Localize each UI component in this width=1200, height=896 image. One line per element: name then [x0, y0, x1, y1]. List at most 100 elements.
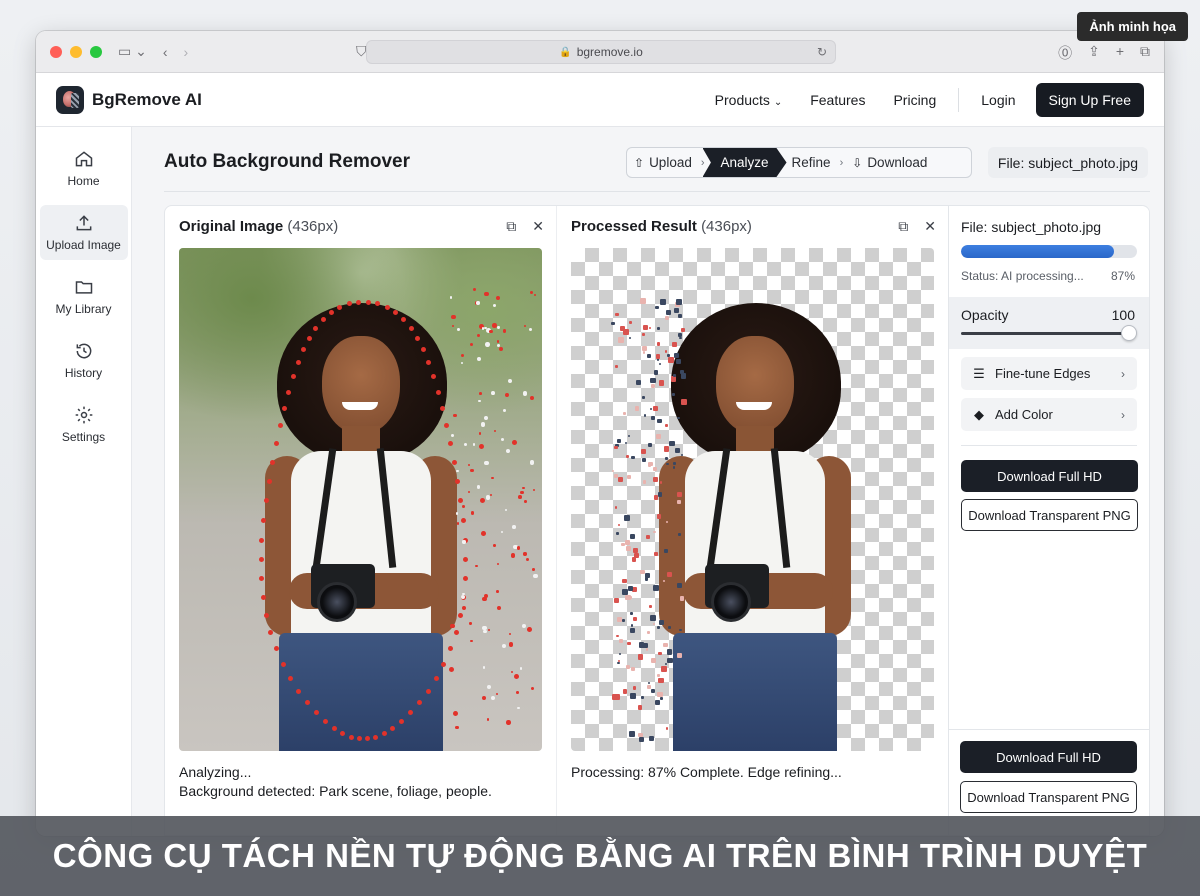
- file-chip: File: subject_photo.jpg: [987, 147, 1148, 178]
- copy-icon[interactable]: ⧉: [506, 218, 516, 235]
- add-color-button[interactable]: ◆ Add Color ›: [961, 398, 1137, 431]
- fine-tune-label: Fine-tune Edges: [995, 366, 1091, 381]
- copy-icon[interactable]: ⧉: [898, 218, 908, 235]
- nav-pricing[interactable]: Pricing: [893, 92, 936, 108]
- original-panel: Original Image (436px) ⧉ ✕ Analyzing... …: [165, 206, 557, 835]
- divider: [961, 445, 1137, 446]
- page-title: Auto Background Remover: [164, 151, 410, 172]
- traffic-lights: [50, 45, 102, 58]
- sidebar-item-home[interactable]: Home: [40, 141, 128, 196]
- close-window-button[interactable]: [50, 45, 62, 58]
- sidebar-item-label: My Library: [55, 302, 112, 316]
- tabs-overview-icon[interactable]: ⧉: [1140, 43, 1150, 63]
- sidebar-item-label: History: [64, 366, 103, 380]
- logo-icon: [56, 85, 84, 114]
- upload-icon: ⇧: [634, 155, 645, 170]
- sidebar: Home Upload Image My Library History Set…: [36, 127, 132, 836]
- folder-icon: [75, 281, 92, 294]
- sidebar-item-history[interactable]: History: [40, 333, 128, 388]
- subject-person: [179, 248, 542, 751]
- brand-name: BgRemove AI: [92, 89, 202, 109]
- sidebar-item-label: Settings: [61, 430, 106, 444]
- nav-divider: [958, 87, 960, 112]
- illustration-badge: Ảnh minh họa: [1077, 12, 1188, 41]
- reload-icon[interactable]: ↻: [817, 45, 827, 59]
- workspace: Original Image (436px) ⧉ ✕ Analyzing... …: [164, 205, 1150, 836]
- main-content: Auto Background Remover ⇧ Upload › Analyz…: [132, 127, 1164, 836]
- sidebar-item-label: Home: [67, 174, 100, 188]
- browser-actions: ⓪ ⇪ + ⧉: [1058, 43, 1150, 63]
- step-upload[interactable]: ⇧ Upload: [627, 148, 699, 177]
- chevron-down-icon: ⌄: [773, 96, 783, 108]
- status-text: Status: AI processing...: [961, 269, 1084, 283]
- nav-products[interactable]: Products ⌄: [715, 92, 783, 108]
- progress-percent: 87%: [1110, 269, 1135, 283]
- original-title: Original Image (436px): [179, 218, 339, 235]
- step-download[interactable]: ⇩ Download: [845, 148, 934, 177]
- minimize-window-button[interactable]: [70, 45, 82, 58]
- sidebar-item-settings[interactable]: Settings: [40, 397, 128, 452]
- processed-panel: Processed Result (436px) ⧉ ✕ Processing:…: [557, 206, 949, 835]
- brand-logo[interactable]: BgRemove AI: [56, 85, 202, 114]
- url-text: bgremove.io: [576, 45, 643, 59]
- analyzing-text: Analyzing...: [179, 764, 252, 780]
- caption-banner: CÔNG CỤ TÁCH NỀN TỰ ĐỘNG BẰNG AI TRÊN BÌ…: [0, 816, 1200, 896]
- paint-bucket-icon: ◆: [974, 406, 984, 422]
- privacy-icon[interactable]: ⓪: [1058, 43, 1072, 63]
- chevron-right-icon: ›: [1121, 407, 1125, 422]
- chevron-right-icon: ›: [700, 156, 705, 169]
- login-link[interactable]: Login: [981, 92, 1015, 108]
- chevron-right-icon: ›: [839, 156, 844, 169]
- banner-text: CÔNG CỤ TÁCH NỀN TỰ ĐỘNG BẰNG AI TRÊN BÌ…: [52, 837, 1148, 874]
- share-icon[interactable]: ⇪: [1088, 43, 1100, 63]
- opacity-section: Opacity 100: [949, 297, 1149, 349]
- sidebar-toggle-icon[interactable]: ▭ ⌄: [118, 43, 147, 60]
- sidebar-item-label: Upload Image: [46, 238, 121, 252]
- nav-features[interactable]: Features: [810, 92, 865, 108]
- address-bar[interactable]: 🔒 bgremove.io ↻: [366, 40, 836, 64]
- step-refine[interactable]: Refine: [785, 148, 838, 177]
- cutout-subject: [571, 248, 934, 751]
- opacity-value: 100: [1111, 307, 1135, 323]
- step-analyze[interactable]: Analyze: [702, 148, 787, 177]
- control-panel: File: subject_photo.jpg Status: AI proce…: [949, 206, 1149, 835]
- processing-progress-bar: [961, 245, 1137, 258]
- signup-button[interactable]: Sign Up Free: [1035, 82, 1144, 117]
- original-size: (436px): [287, 218, 339, 235]
- lock-icon: 🔒: [559, 46, 572, 58]
- home-icon: [75, 151, 92, 167]
- progress-fill: [961, 245, 1115, 258]
- download-full-hd-button[interactable]: Download Full HD: [961, 460, 1138, 492]
- chevron-right-icon: ›: [1121, 366, 1125, 381]
- nav-links: Products ⌄ Features Pricing Login Sign U…: [687, 82, 1144, 117]
- fine-tune-edges-button[interactable]: ☰ Fine-tune Edges ›: [961, 357, 1137, 390]
- sidebar-item-my-library[interactable]: My Library: [40, 269, 128, 324]
- panel-file-name: File: subject_photo.jpg: [961, 219, 1102, 235]
- forward-icon[interactable]: ›: [184, 44, 189, 60]
- download-icon: ⇩: [852, 155, 863, 170]
- gear-icon: [75, 406, 92, 424]
- opacity-label: Opacity: [961, 307, 1009, 323]
- browser-window: ▭ ⌄ ‹ › ⛉ 🔒 bgremove.io ↻ ⓪ ⇪ + ⧉ BgRemo…: [36, 31, 1164, 836]
- download-transparent-png-button-footer[interactable]: Download Transparent PNG: [960, 781, 1137, 813]
- processed-size: (436px): [701, 218, 752, 235]
- close-icon[interactable]: ✕: [924, 218, 936, 235]
- processed-title: Processed Result (436px): [571, 218, 752, 235]
- maximize-window-button[interactable]: [90, 45, 102, 58]
- history-icon: [76, 343, 91, 359]
- sidebar-item-upload-image[interactable]: Upload Image: [39, 205, 128, 260]
- new-tab-icon[interactable]: +: [1116, 43, 1124, 63]
- processed-image: [571, 248, 934, 751]
- back-icon[interactable]: ‹: [163, 44, 168, 60]
- close-icon[interactable]: ✕: [532, 218, 544, 235]
- shield-icon[interactable]: ⛉: [356, 43, 367, 60]
- opacity-slider-knob[interactable]: [1121, 325, 1137, 341]
- download-full-hd-button-footer[interactable]: Download Full HD: [960, 741, 1137, 773]
- upload-icon: [76, 215, 91, 231]
- add-color-label: Add Color: [995, 407, 1053, 422]
- download-transparent-png-button[interactable]: Download Transparent PNG: [961, 499, 1138, 531]
- sliders-icon: ☰: [973, 365, 985, 381]
- browser-chrome: ▭ ⌄ ‹ › ⛉ 🔒 bgremove.io ↻ ⓪ ⇪ + ⧉: [36, 31, 1164, 73]
- divider: [164, 191, 1150, 192]
- opacity-slider-track[interactable]: [961, 332, 1129, 335]
